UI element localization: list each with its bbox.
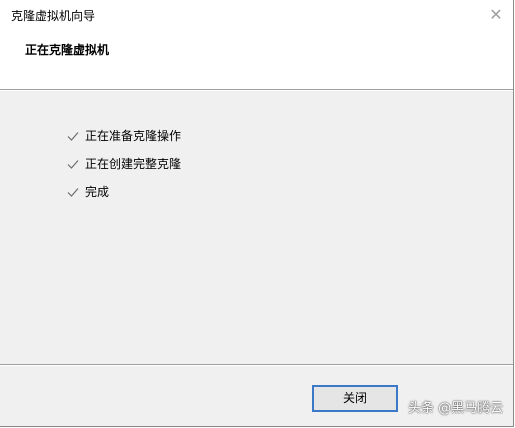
footer-divider-highlight (0, 365, 513, 366)
checkmark-icon (67, 132, 79, 141)
checkmark-icon (67, 188, 79, 197)
watermark: 头条 @黑马腾云 (408, 401, 504, 416)
close-window-icon[interactable]: ✕ (486, 5, 506, 25)
wizard-header: 正在克隆虚拟机 (0, 30, 513, 89)
clone-vm-wizard-dialog: 克隆虚拟机向导 ✕ 正在克隆虚拟机 正在准备克隆操作 正在创建完整克隆 完成 关… (0, 0, 514, 427)
checkmark-icon (67, 160, 79, 169)
step-label: 正在创建完整克隆 (85, 157, 182, 171)
titlebar: 克隆虚拟机向导 ✕ (0, 0, 513, 30)
window-title: 克隆虚拟机向导 (11, 9, 96, 23)
page-title: 正在克隆虚拟机 (25, 43, 110, 57)
close-button-label: 关闭 (342, 391, 367, 405)
close-button[interactable]: 关闭 (312, 385, 398, 412)
step-item: 正在准备克隆操作 (66, 122, 181, 150)
step-label: 完成 (85, 185, 110, 199)
step-label: 正在准备克隆操作 (85, 129, 182, 143)
header-divider-highlight (0, 90, 513, 91)
step-item: 完成 (66, 178, 181, 206)
step-list: 正在准备克隆操作 正在创建完整克隆 完成 (66, 122, 181, 206)
step-item: 正在创建完整克隆 (66, 150, 181, 178)
